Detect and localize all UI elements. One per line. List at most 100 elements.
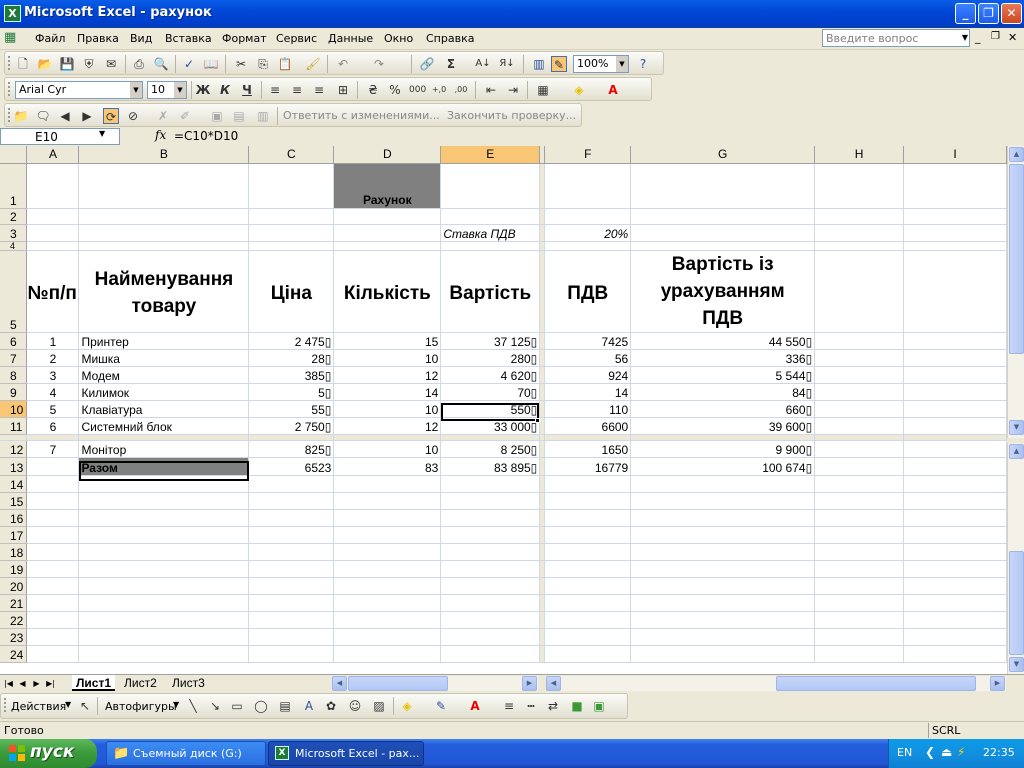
scroll-down-icon[interactable]: ▼ [1009, 420, 1024, 435]
workbook-icon[interactable]: ▦ [4, 30, 16, 45]
row-header[interactable]: 14 [0, 475, 28, 493]
help-question-input[interactable]: Введите вопрос [822, 29, 970, 47]
item-price-cell[interactable]: 2 475▯ [248, 332, 335, 350]
row-header[interactable]: 19 [0, 560, 28, 578]
language-indicator[interactable]: EN [897, 746, 912, 759]
cell[interactable] [903, 163, 1007, 209]
item-num-cell[interactable]: 3 [26, 366, 80, 384]
scroll-thumb[interactable] [348, 676, 448, 691]
scroll-right-icon[interactable]: ▶ [990, 676, 1005, 691]
item-price-cell[interactable]: 28▯ [248, 349, 335, 367]
zoom-select[interactable]: 100% ▼ [573, 55, 629, 73]
item-cost-cell[interactable]: 70▯ [440, 383, 541, 401]
item-num-cell[interactable]: 5 [26, 400, 80, 418]
copy-icon[interactable]: ⎘ [255, 56, 271, 72]
item-vat-cell[interactable]: 6600 [544, 417, 632, 435]
vat-rate-cell[interactable]: 20% [544, 224, 632, 242]
item-total-cell[interactable]: 660▯ [630, 400, 816, 418]
invoice-title-cell[interactable]: Рахунок [333, 163, 442, 209]
item-qty-cell[interactable]: 10 [333, 440, 442, 458]
row-header[interactable]: 18 [0, 543, 28, 561]
header-total-cell[interactable]: Вартість із урахуванням ПДВ [630, 250, 816, 333]
item-total-cell[interactable]: 336▯ [630, 349, 816, 367]
item-vat-cell[interactable]: 56 [544, 349, 632, 367]
taskbar-item-excel[interactable]: X Microsoft Excel - рах... [268, 741, 424, 766]
next-sheet-icon[interactable]: ▶ [31, 677, 42, 690]
row-header[interactable]: 10 [0, 400, 28, 418]
drawing-icon[interactable]: ✎ [551, 56, 567, 72]
menu-format[interactable]: Формат [222, 32, 267, 45]
title-bar[interactable]: X Microsoft Excel - рахунок _ ❐ ✕ [0, 0, 1024, 28]
item-total-cell[interactable]: 9 900▯ [630, 440, 816, 458]
item-total-cell[interactable]: 84▯ [630, 383, 816, 401]
item-name-cell[interactable]: Мишка [78, 349, 250, 367]
menu-view[interactable]: Вид [130, 32, 152, 45]
scroll-up-icon[interactable]: ▲ [1009, 444, 1024, 459]
col-header-e[interactable]: E [440, 146, 541, 164]
rectangle-icon[interactable]: ▭ [229, 698, 245, 714]
3d-icon[interactable]: ▣ [591, 698, 607, 714]
chevron-down-icon[interactable]: ▼ [173, 700, 179, 709]
item-vat-cell[interactable]: 110 [544, 400, 632, 418]
line-color-icon[interactable]: ✎ [433, 698, 449, 714]
menu-file[interactable]: Файл [35, 32, 65, 45]
item-qty-cell[interactable]: 10 [333, 400, 442, 418]
underline-icon[interactable]: Ч [239, 82, 255, 98]
header-cost-cell[interactable]: Вартість [440, 250, 541, 333]
col-header-a[interactable]: A [26, 146, 80, 164]
menu-data[interactable]: Данные [328, 32, 373, 45]
row-header[interactable]: 12 [0, 440, 28, 458]
item-vat-cell[interactable]: 7425 [544, 332, 632, 350]
ink-icon[interactable]: ✐ [177, 108, 193, 124]
row-header[interactable]: 23 [0, 628, 28, 646]
reject-icon[interactable]: ▥ [255, 108, 271, 124]
sort-descending-icon[interactable]: Я↓ [499, 56, 515, 72]
row-header[interactable]: 7 [0, 349, 28, 367]
paste-icon[interactable]: 📋 [277, 56, 293, 72]
research-icon[interactable]: 📖 [203, 56, 219, 72]
show-comments-icon[interactable]: ⟳ [103, 108, 119, 124]
fill-color-icon[interactable]: ◈ [571, 82, 587, 98]
next-comment-icon[interactable]: ▶ [79, 108, 95, 124]
cell[interactable] [248, 163, 335, 209]
item-qty-cell[interactable]: 14 [333, 383, 442, 401]
arrow-style-icon[interactable]: ⇄ [545, 698, 561, 714]
item-price-cell[interactable]: 2 750▯ [248, 417, 335, 435]
item-num-cell[interactable]: 6 [26, 417, 80, 435]
row-header[interactable]: 15 [0, 492, 28, 510]
item-qty-cell[interactable]: 12 [333, 366, 442, 384]
name-box[interactable]: E10 ▼ [0, 128, 120, 145]
currency-icon[interactable]: ₴ [365, 82, 381, 98]
scroll-up-icon[interactable]: ▲ [1009, 147, 1024, 162]
item-num-cell[interactable]: 1 [26, 332, 80, 350]
item-num-cell[interactable]: 4 [26, 383, 80, 401]
row-header[interactable]: 5 [0, 250, 28, 333]
row-header[interactable]: 1 [0, 163, 28, 209]
hyperlink-icon[interactable]: 🔗 [419, 56, 435, 72]
font-size-select[interactable]: 10 ▼ [147, 81, 187, 99]
item-price-cell[interactable]: 5▯ [248, 383, 335, 401]
close-button[interactable]: ✕ [1001, 3, 1022, 24]
percent-icon[interactable]: % [387, 82, 403, 98]
borders-icon[interactable]: ▦ [535, 82, 551, 98]
thousands-icon[interactable]: 000 [409, 82, 426, 98]
row-header[interactable]: 3 [0, 224, 28, 242]
picture-icon[interactable]: ▨ [371, 698, 387, 714]
first-sheet-icon[interactable]: |◀ [3, 677, 14, 690]
wordart-icon[interactable]: A [301, 698, 317, 714]
scroll-down-icon[interactable]: ▼ [1009, 657, 1024, 672]
doc-restore-icon[interactable]: ❐ [991, 31, 1000, 42]
scroll-left-icon[interactable]: ◀ [546, 676, 561, 691]
autosum-icon[interactable]: Σ [443, 56, 459, 72]
menu-service[interactable]: Сервис [276, 32, 317, 45]
redo-icon[interactable]: ↷ [371, 56, 387, 72]
end-review-button[interactable]: Закончить проверку... [447, 109, 576, 122]
select-all-corner[interactable] [0, 146, 28, 164]
minimize-button[interactable]: _ [955, 3, 976, 24]
line-style-icon[interactable]: ≡ [501, 698, 517, 714]
chart-wizard-icon[interactable]: ▥ [531, 56, 547, 72]
header-name-cell[interactable]: Найменування товару [78, 250, 250, 333]
undo-icon[interactable]: ↶ [335, 56, 351, 72]
toolbar-grip[interactable] [8, 56, 11, 70]
clipart-icon[interactable]: ☺ [347, 698, 363, 714]
